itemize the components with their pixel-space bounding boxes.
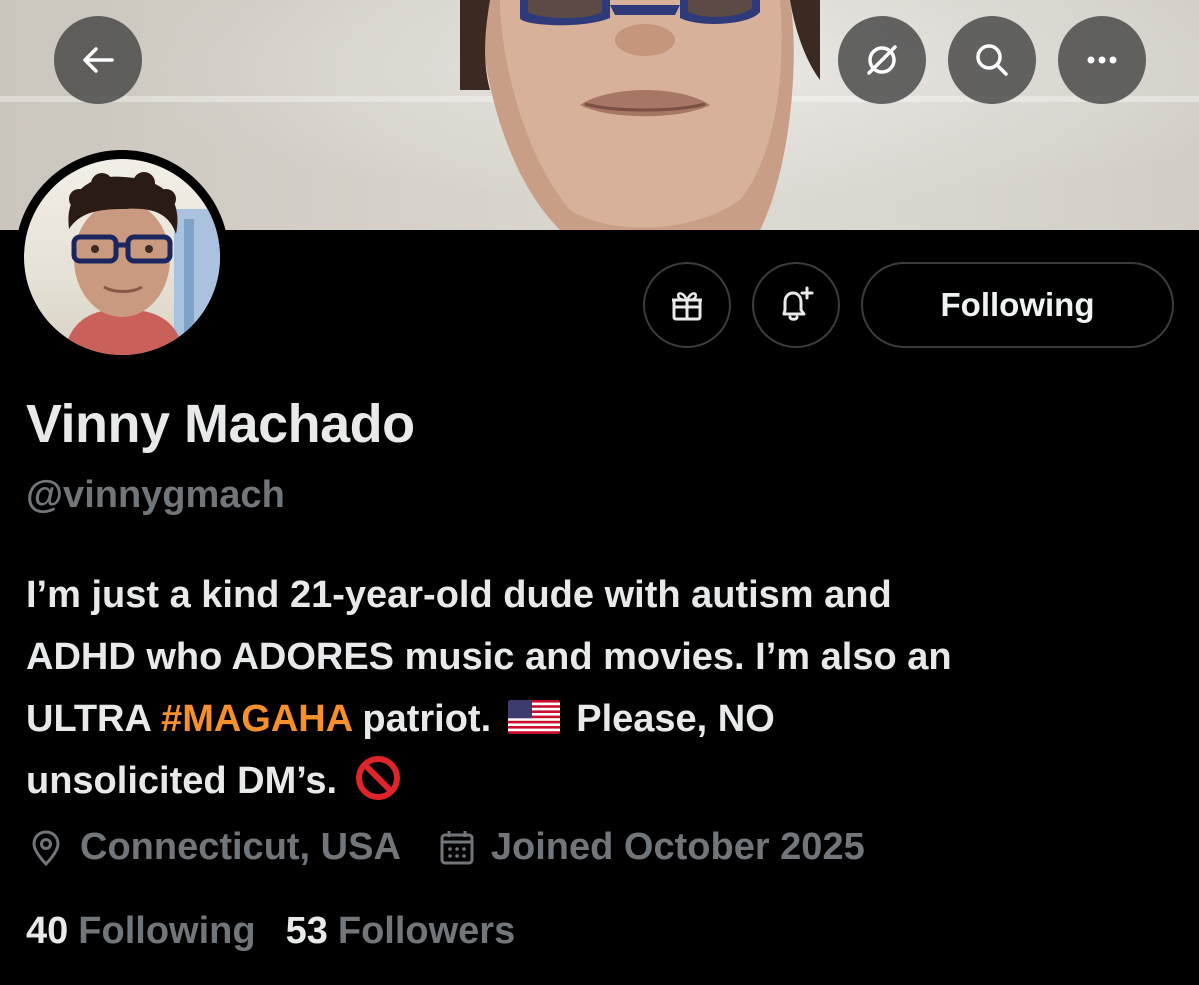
search-button[interactable]: [948, 16, 1036, 104]
gift-icon: [672, 292, 702, 321]
profile-bio: I’m just a kind 21-year-old dude with au…: [26, 564, 1176, 812]
bell-plus-icon: [782, 286, 814, 321]
join-date-text: Joined October 2025: [490, 826, 865, 868]
more-options-button[interactable]: [1058, 16, 1146, 104]
followers-label: Followers: [337, 910, 516, 952]
following-count: 40: [26, 910, 69, 952]
following-button[interactable]: Following: [861, 262, 1174, 348]
avatar-photo: [24, 159, 220, 355]
display-name: Vinny Machado: [26, 394, 415, 454]
follow-counts: 40 Following 53 Followers: [26, 910, 515, 953]
calendar-icon: [440, 830, 474, 864]
join-date: Joined October 2025: [437, 826, 865, 869]
bio-line: I’m just a kind 21-year-old dude with au…: [26, 574, 892, 616]
hashtag-link[interactable]: #MAGAHA: [161, 698, 352, 740]
search-icon: [976, 44, 1008, 76]
profile-meta: Connecticut, USA Joined October 2025: [26, 826, 865, 869]
location-text: Connecticut, USA: [80, 826, 401, 868]
prohibited-icon: [355, 756, 400, 800]
grok-icon: [867, 45, 897, 75]
following-label: Following: [78, 910, 256, 952]
back-button[interactable]: [54, 16, 142, 104]
followers-count: 53: [285, 910, 328, 952]
bio-text: patriot.: [351, 698, 492, 740]
location: Connecticut, USA: [26, 826, 401, 869]
bio-text: unsolicited DM’s.: [26, 760, 338, 802]
followers-count-link[interactable]: 53 Followers: [286, 910, 516, 953]
gift-button[interactable]: [643, 262, 731, 348]
banner-photo-face: [460, 0, 820, 230]
us-flag-icon: [507, 700, 560, 734]
bio-line: unsolicited DM’s.: [26, 750, 1176, 812]
bio-text: Please, NO: [565, 698, 775, 740]
bio-line: ULTRA #MAGAHA patriot. Please, NO: [26, 688, 1176, 750]
profile-handle: @vinnygmach: [26, 474, 285, 516]
notifications-toggle-button[interactable]: [752, 262, 840, 348]
location-pin-icon: [32, 829, 60, 866]
more-horizontal-icon: [1087, 56, 1117, 64]
bio-line: ADHD who ADORES music and movies. I’m al…: [26, 636, 952, 678]
profile-avatar[interactable]: [15, 150, 229, 364]
following-count-link[interactable]: 40 Following: [26, 910, 256, 953]
arrow-left-icon: [83, 47, 114, 73]
grok-button[interactable]: [838, 16, 926, 104]
bio-text: ULTRA: [26, 698, 162, 740]
